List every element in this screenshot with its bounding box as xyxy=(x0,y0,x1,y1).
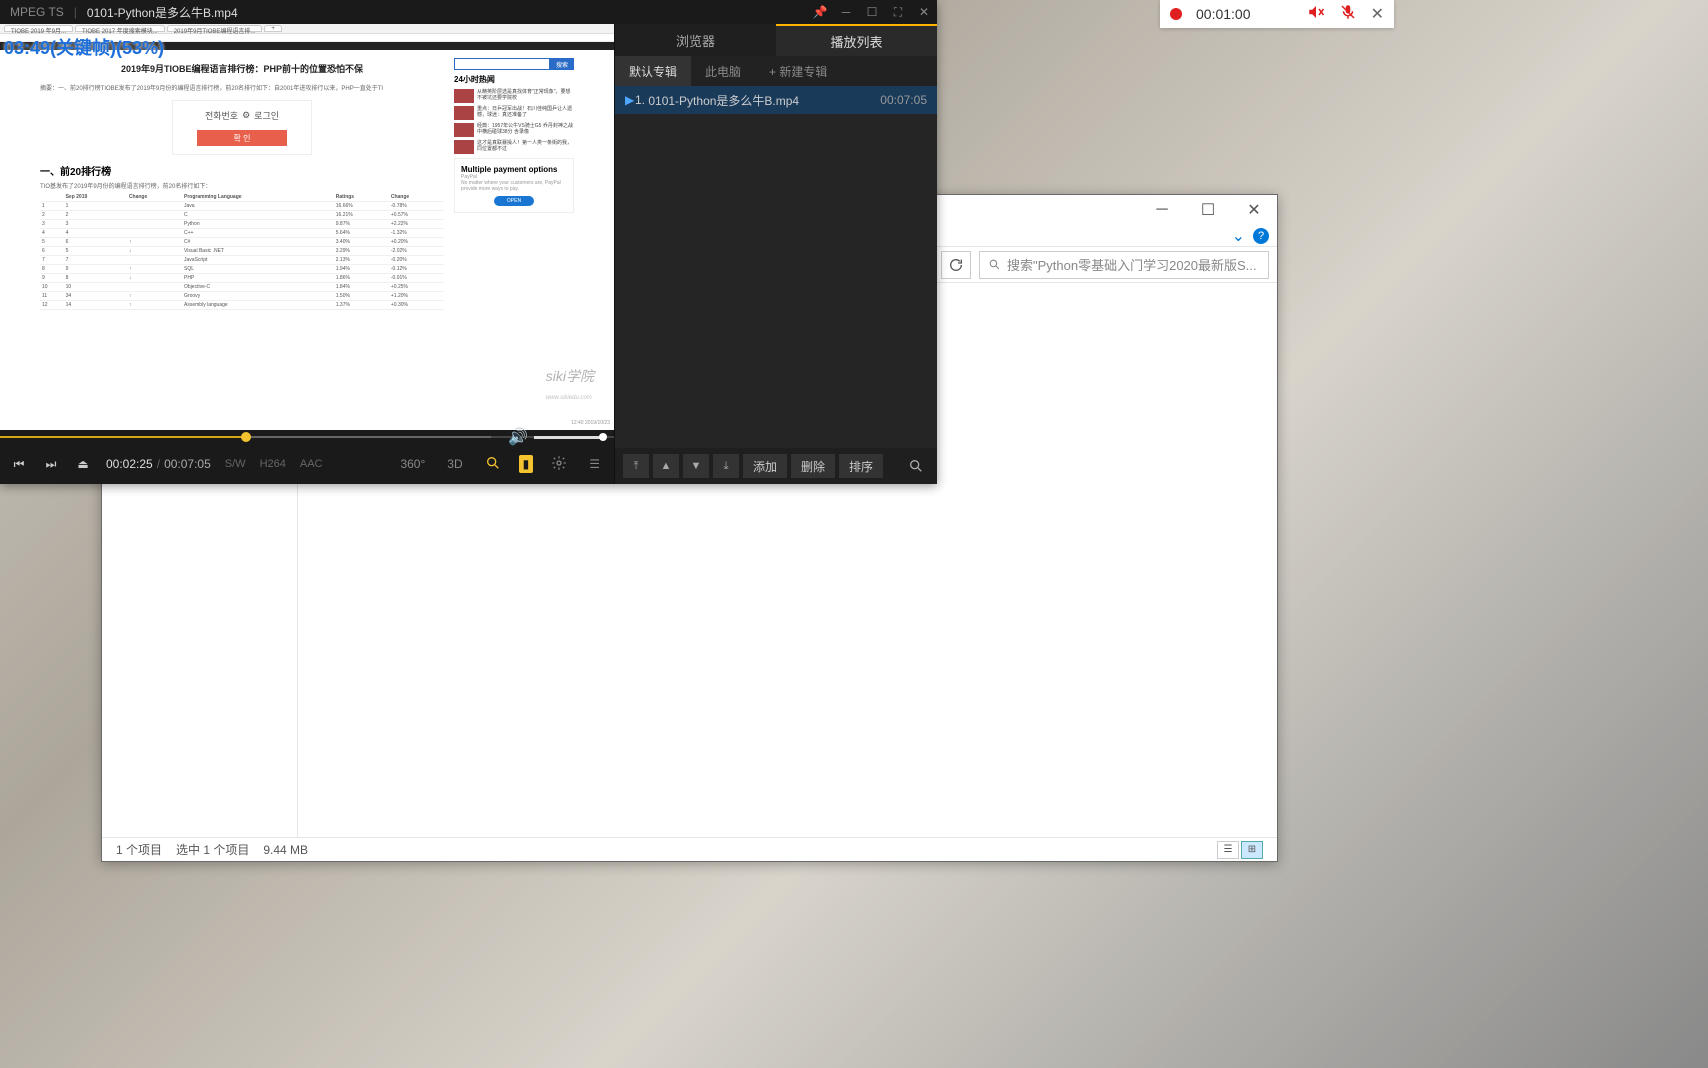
view-details-button[interactable]: ☰ xyxy=(1217,841,1239,859)
record-indicator-icon xyxy=(1170,8,1182,20)
subtab-thispc[interactable]: 此电脑 xyxy=(691,56,755,86)
ranking-table: Sep 2019ChangeProgramming LanguageRating… xyxy=(40,193,444,310)
watermark: siki学院 www.sikiedu.com xyxy=(546,366,594,402)
ribbon-help-icon[interactable]: ? xyxy=(1253,228,1269,244)
recording-bar[interactable]: 00:01:00 ✕ xyxy=(1160,0,1394,28)
prev-button[interactable]: ⏮ xyxy=(10,457,28,472)
seek-overlay: 03:49(关键帧)(53%) xyxy=(4,34,164,60)
explorer-statusbar: 1 个项目 选中 1 个项目 9.44 MB ☰ ⊞ xyxy=(102,837,1277,861)
add-button[interactable]: 添加 xyxy=(743,454,787,478)
vcodec-label: H264 xyxy=(260,458,286,470)
volume-icon[interactable]: 🔊 xyxy=(508,427,528,447)
search-icon xyxy=(988,258,1001,271)
gear-icon xyxy=(551,455,567,471)
record-close-button[interactable]: ✕ xyxy=(1371,4,1384,24)
article-desc: 摘要：一、前20排行榜TIOBE发布了2019年9月份的编程语言排行榜，前20名… xyxy=(40,83,444,92)
status-item-count: 1 个项目 xyxy=(116,841,162,858)
tab-browser[interactable]: 浏览器 xyxy=(615,24,776,56)
player-controls: ⏮ ⏭ ⏏ 00:02:25 / 00:07:05 S/W H264 AAC 3… xyxy=(0,444,614,484)
progress-bar[interactable]: 🔊 xyxy=(0,430,614,444)
explorer-close-button[interactable]: ✕ xyxy=(1231,195,1277,225)
rank-heading: 一、前20排行榜 xyxy=(40,163,444,178)
time-current: 00:02:25 xyxy=(106,457,153,471)
maximize-button[interactable]: ☐ xyxy=(859,0,885,24)
explorer-minimize-button[interactable]: ─ xyxy=(1139,195,1185,225)
refresh-icon xyxy=(948,257,964,273)
fullscreen-button[interactable]: ⛶ xyxy=(885,0,911,24)
item-duration: 00:07:05 xyxy=(880,93,927,107)
mute-mic-button[interactable] xyxy=(1339,3,1357,26)
video-frame-content: TIOBE 2019 年9月... TIOBE 2017 年度搜索模块... 2… xyxy=(0,24,614,430)
close-button[interactable]: ✕ xyxy=(911,0,937,24)
video-viewport[interactable]: TIOBE 2019 年9月... TIOBE 2017 年度搜索模块... 2… xyxy=(0,24,614,430)
time-total: 00:07:05 xyxy=(164,457,211,471)
sort-button[interactable]: 排序 xyxy=(839,454,883,478)
media-player-window: MPEG TS | 0101-Python是多么牛B.mp4 📌 ─ ☐ ⛶ ✕… xyxy=(0,0,937,484)
eject-button[interactable]: ⏏ xyxy=(74,457,92,471)
3d-button[interactable]: 3D xyxy=(443,455,466,473)
playlist-sidebar: 浏览器 播放列表 默认专辑 此电脑 + 新建专辑 ▶ 1. 0101-Pytho… xyxy=(614,24,937,484)
subtab-new-album[interactable]: + 新建专辑 xyxy=(755,56,841,86)
record-time: 00:01:00 xyxy=(1196,6,1293,22)
volume-control[interactable]: 🔊 xyxy=(508,430,604,444)
status-size: 9.44 MB xyxy=(263,843,308,857)
filename-label: 0101-Python是多么牛B.mp4 xyxy=(77,4,248,21)
playlist-search-button[interactable] xyxy=(903,454,929,478)
tab-playlist[interactable]: 播放列表 xyxy=(776,24,937,56)
item-name: 0101-Python是多么牛B.mp4 xyxy=(648,92,799,109)
status-selected: 选中 1 个项目 xyxy=(176,841,249,858)
view-mode-buttons: ☰ ⊞ xyxy=(1217,841,1263,859)
refresh-button[interactable] xyxy=(941,251,971,279)
acodec-label: AAC xyxy=(300,458,323,470)
search-icon xyxy=(485,455,501,471)
subtab-default-album[interactable]: 默认专辑 xyxy=(615,56,691,86)
vr-360-button[interactable]: 360° xyxy=(396,455,429,473)
playlist-item[interactable]: ▶ 1. 0101-Python是多么牛B.mp4 00:07:05 xyxy=(615,86,937,114)
playlist: ▶ 1. 0101-Python是多么牛B.mp4 00:07:05 xyxy=(615,86,937,448)
format-label: MPEG TS xyxy=(0,5,74,19)
next-button[interactable]: ⏭ xyxy=(42,457,60,472)
player-titlebar[interactable]: MPEG TS | 0101-Python是多么牛B.mp4 📌 ─ ☐ ⛶ ✕ xyxy=(0,0,937,24)
mute-speaker-button[interactable] xyxy=(1307,3,1325,26)
bookmark-button[interactable]: ▮ xyxy=(519,455,534,473)
minimize-button[interactable]: ─ xyxy=(833,0,859,24)
settings-button[interactable] xyxy=(547,453,571,476)
decoder-label[interactable]: S/W xyxy=(225,458,246,470)
move-down-button[interactable]: ▼ xyxy=(683,454,709,478)
pin-button[interactable]: 📌 xyxy=(807,0,833,24)
move-bottom-button[interactable]: ⤓ xyxy=(713,454,739,478)
view-icons-button[interactable]: ⊞ xyxy=(1241,841,1263,859)
menu-button[interactable]: ☰ xyxy=(585,455,604,473)
move-up-button[interactable]: ▲ xyxy=(653,454,679,478)
explorer-search-input[interactable]: 搜索"Python零基础入门学习2020最新版S... xyxy=(979,251,1269,279)
delete-button[interactable]: 删除 xyxy=(791,454,835,478)
search-placeholder: 搜索"Python零基础入门学习2020最新版S... xyxy=(1007,255,1257,274)
subtitle-search-button[interactable] xyxy=(481,453,505,476)
search-icon xyxy=(908,458,924,474)
move-top-button[interactable]: ⤒ xyxy=(623,454,649,478)
article-title: 2019年9月TIOBE编程语言排行榜：PHP前十的位置恐怕不保 xyxy=(40,58,444,79)
explorer-maximize-button[interactable]: ☐ xyxy=(1185,195,1231,225)
progress-fill xyxy=(0,436,246,438)
ribbon-chevron-icon[interactable]: ⌄ xyxy=(1232,226,1245,246)
playing-indicator-icon: ▶ xyxy=(625,93,635,107)
progress-thumb[interactable] xyxy=(241,432,251,442)
